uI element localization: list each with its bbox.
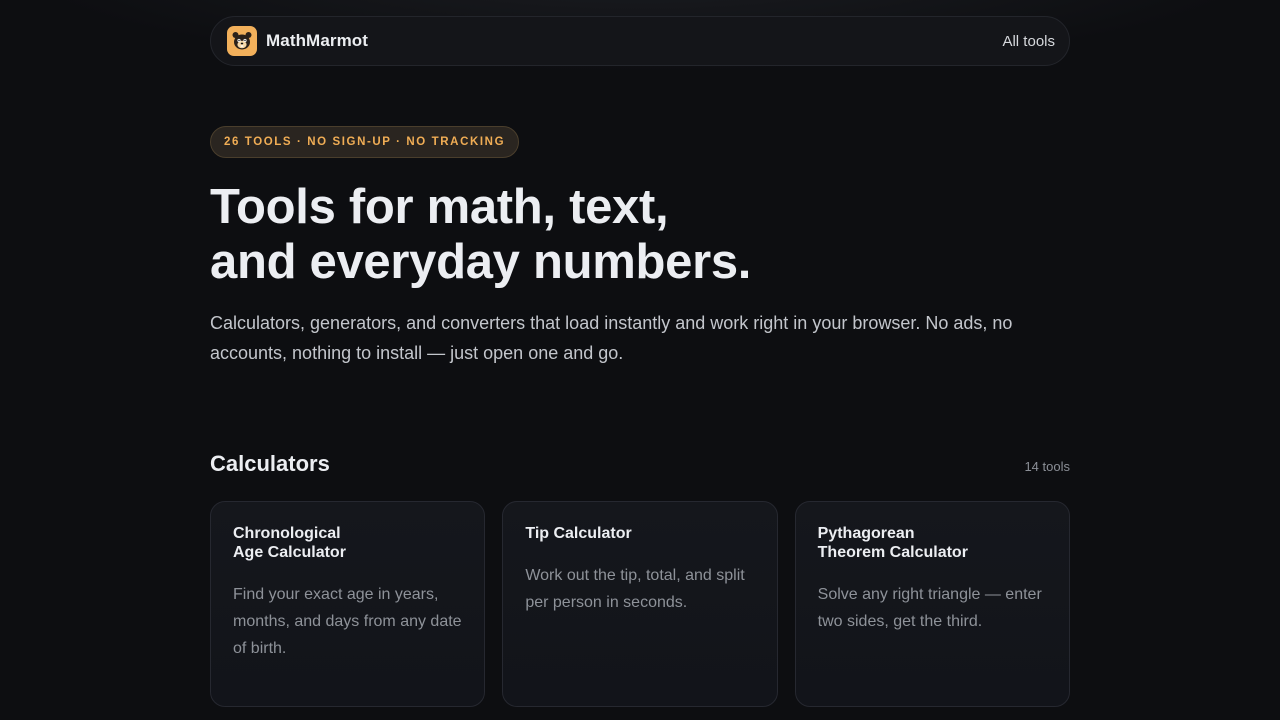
tool-card-title: Pythagorean Theorem Calculator: [817, 525, 968, 561]
hero-title: Tools for math, text, and everyday numbe…: [210, 180, 1070, 290]
tool-card-chronological-age[interactable]: Chronological Age Calculator Find your e…: [210, 501, 486, 707]
tool-card-pythagorean[interactable]: Pythagorean Theorem Calculator Solve any…: [794, 501, 1070, 707]
section-tool-count: 14 tools: [1024, 459, 1070, 474]
brand-link[interactable]: MathMarmot: [227, 26, 368, 56]
all-tools-link[interactable]: All tools: [1002, 33, 1055, 50]
marmot-logo-icon: [227, 26, 257, 56]
tool-card-title: Tip Calculator: [525, 525, 632, 542]
top-nav: MathMarmot All tools: [210, 16, 1070, 66]
brand-name: MathMarmot: [266, 31, 369, 50]
tool-card-description: Work out the tip, total, and split per p…: [525, 567, 745, 611]
tool-card-tip-calculator[interactable]: Tip Calculator Work out the tip, total, …: [502, 501, 778, 707]
tool-card-description: Solve any right triangle — enter two sid…: [817, 586, 1042, 630]
hero-subtitle: Calculators, generators, and converters …: [210, 313, 1013, 363]
tool-card-grid: Chronological Age Calculator Find your e…: [210, 501, 1070, 707]
hero-title-line-2: and everyday numbers.: [210, 235, 752, 289]
section-title: Calculators: [210, 451, 330, 476]
hero-title-line-1: Tools for math, text,: [210, 180, 669, 234]
feature-badge: 26 TOOLS · NO SIGN-UP · NO TRACKING: [210, 126, 520, 158]
tool-card-description: Find your exact age in years, months, an…: [233, 586, 462, 657]
tool-card-title: Chronological Age Calculator: [233, 525, 346, 561]
